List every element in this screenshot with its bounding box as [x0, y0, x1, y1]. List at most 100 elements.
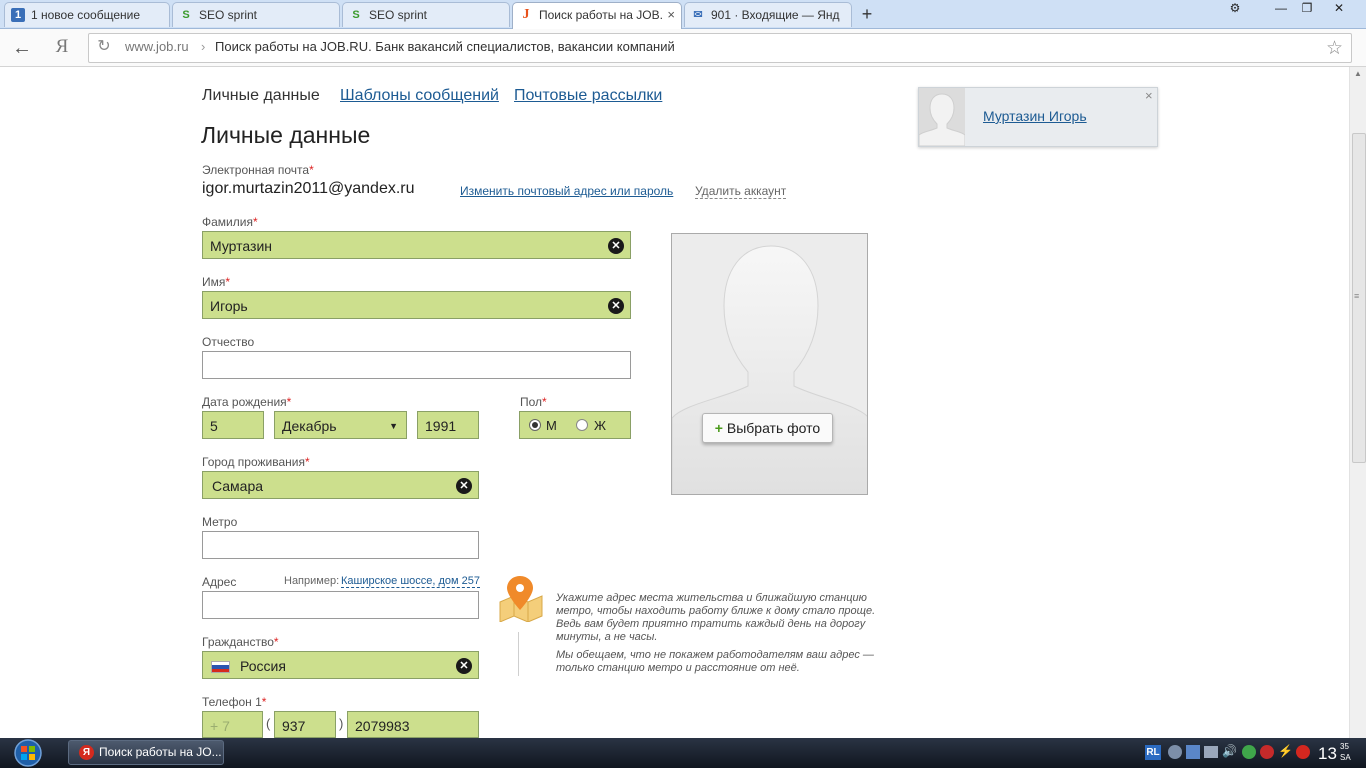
required-mark: * — [225, 275, 231, 289]
delete-account-link[interactable]: Удалить аккаунт — [695, 184, 787, 199]
clear-icon[interactable]: ✕ — [608, 298, 624, 314]
citizenship-field[interactable]: Россия ✕ — [202, 651, 479, 679]
required-mark: * — [252, 215, 258, 229]
reload-icon[interactable]: ↻ — [95, 38, 113, 56]
clear-icon[interactable]: ✕ — [608, 238, 624, 254]
city-value: Самара — [212, 478, 264, 494]
tab-seo-sprint-1[interactable]: S SEO sprint — [172, 2, 340, 27]
city-label: Город проживания* — [202, 455, 310, 469]
new-tab-button[interactable]: + — [856, 4, 878, 24]
tab-mail-notification[interactable]: 1 1 новое сообщение — [4, 2, 170, 27]
browser-toolbar: ← Я ↻ www.job.ru › Поиск работы на JOB.R… — [0, 29, 1366, 67]
required-mark: * — [261, 695, 267, 709]
taskbar-item-browser[interactable]: Я Поиск работы на JO... — [68, 740, 224, 765]
email-value: igor.murtazin2011@yandex.ru — [202, 180, 415, 197]
required-mark: * — [542, 395, 547, 409]
bookmark-star-icon[interactable]: ☆ — [1326, 37, 1343, 60]
tray-signal-icon[interactable]: ⚡ — [1278, 744, 1293, 758]
citizenship-label-text: Гражданство — [202, 635, 274, 649]
settings-icon[interactable]: ⚙ — [1222, 0, 1248, 16]
scroll-up-icon[interactable]: ▲ — [1354, 69, 1362, 78]
required-mark: * — [286, 395, 292, 409]
maximize-button[interactable]: ❐ — [1294, 0, 1320, 16]
metro-field[interactable] — [202, 531, 479, 559]
windows-start-button[interactable] — [8, 738, 48, 768]
phone-number-field[interactable]: 2079983 — [347, 711, 479, 738]
profile-photo-placeholder: + Выбрать фото — [671, 233, 868, 495]
hint-divider — [518, 632, 519, 676]
surname-label-text: Фамилия — [202, 215, 253, 229]
phone-country-code: + 7 — [210, 718, 230, 734]
birth-day-field[interactable]: 5 — [202, 411, 264, 439]
address-page-title: Поиск работы на JOB.RU. Банк вакансий сп… — [215, 39, 675, 54]
tab-seo-sprint-2[interactable]: S SEO sprint — [342, 2, 510, 27]
gender-label: Пол* — [520, 395, 547, 409]
address-example-prefix: Например: — [284, 575, 340, 587]
tab-favicon: J — [522, 7, 530, 22]
phone-open-paren: ( — [266, 716, 271, 731]
nav-link-message-templates[interactable]: Шаблоны сообщений — [340, 87, 499, 105]
minimize-button[interactable]: — — [1268, 0, 1294, 16]
surname-value: Муртазин — [210, 238, 272, 254]
name-field[interactable]: Игорь ✕ — [202, 291, 631, 319]
tray-network-icon[interactable] — [1186, 745, 1200, 759]
volume-icon[interactable]: 🔊 — [1222, 744, 1237, 758]
back-arrow-icon[interactable]: ← — [10, 37, 34, 59]
nav-link-mailings[interactable]: Почтовые рассылки — [514, 87, 662, 105]
required-mark: * — [309, 163, 314, 177]
antivirus-icon[interactable] — [1260, 745, 1274, 759]
tray-app-icon[interactable] — [1168, 745, 1182, 759]
close-icon[interactable]: × — [1145, 88, 1153, 103]
yandex-logo[interactable]: Я — [52, 36, 72, 58]
system-tray: RL 🔊 ⚡ 13 35 SA — [1140, 738, 1366, 768]
chevron-down-icon: ▼ — [389, 421, 398, 431]
address-field[interactable] — [202, 591, 479, 619]
tab-job-ru[interactable]: J Поиск работы на JOB. × — [512, 2, 682, 29]
city-field[interactable]: Самара ✕ — [202, 471, 479, 499]
change-email-link[interactable]: Изменить почтовый адрес или пароль — [460, 184, 673, 198]
birth-day-value: 5 — [210, 418, 218, 434]
clock-suffix: SA — [1340, 753, 1351, 762]
tray-green-icon[interactable] — [1242, 745, 1256, 759]
clear-icon[interactable]: ✕ — [456, 658, 472, 674]
city-label-text: Город проживания — [202, 455, 305, 469]
address-separator: › — [201, 39, 206, 54]
choose-photo-button[interactable]: + Выбрать фото — [702, 413, 833, 443]
tray-ru-icon[interactable] — [1296, 745, 1310, 759]
avatar[interactable] — [919, 88, 965, 146]
phone-area-code: 937 — [282, 718, 306, 734]
surname-label: Фамилия* — [202, 215, 258, 229]
birth-year-field[interactable]: 1991 — [417, 411, 479, 439]
page-scrollbar[interactable]: ▲ ≡ — [1349, 67, 1366, 738]
phone-area-code-field[interactable]: 937 — [274, 711, 336, 738]
taskbar-item-label: Поиск работы на JO... — [99, 745, 222, 759]
birth-year-value: 1991 — [425, 418, 457, 434]
choose-photo-label: Выбрать фото — [726, 420, 821, 436]
close-tab-icon[interactable]: × — [667, 3, 675, 27]
gender-label-text: Пол — [520, 395, 543, 409]
patronymic-field[interactable] — [202, 351, 631, 379]
windows-taskbar: Я Поиск работы на JO... RL 🔊 ⚡ 13 35 SA — [0, 738, 1366, 768]
language-indicator[interactable]: RL — [1145, 745, 1161, 760]
phone-close-paren: ) — [339, 716, 344, 731]
close-window-button[interactable]: ✕ — [1326, 0, 1352, 16]
address-example-link[interactable]: Каширское шоссе, дом 257 — [341, 575, 481, 588]
clock-minute: 35 — [1340, 742, 1349, 751]
clock-hour[interactable]: 13 — [1318, 744, 1337, 764]
gender-female-label[interactable]: Ж — [594, 412, 606, 440]
gender-male-radio[interactable] — [529, 419, 541, 431]
clear-icon[interactable]: ✕ — [456, 478, 472, 494]
gender-male-label[interactable]: М — [546, 412, 557, 440]
radio-checked-dot — [532, 422, 538, 428]
address-bar[interactable]: ↻ www.job.ru › Поиск работы на JOB.RU. Б… — [88, 33, 1352, 63]
tab-label: 901 · Входящие — Янд — [711, 8, 840, 22]
phone-country-code-field[interactable]: + 7 — [202, 711, 263, 738]
required-mark: * — [273, 635, 279, 649]
tray-monitor-icon[interactable] — [1204, 746, 1218, 758]
surname-field[interactable]: Муртазин ✕ — [202, 231, 631, 259]
gender-female-radio[interactable] — [576, 419, 588, 431]
birth-date-label-text: Дата рождения — [202, 395, 287, 409]
user-name-link[interactable]: Муртазин Игорь — [983, 108, 1087, 124]
birth-month-select[interactable]: Декабрь ▼ — [274, 411, 407, 439]
tab-yandex-mail[interactable]: ✉ 901 · Входящие — Янд — [684, 2, 852, 27]
